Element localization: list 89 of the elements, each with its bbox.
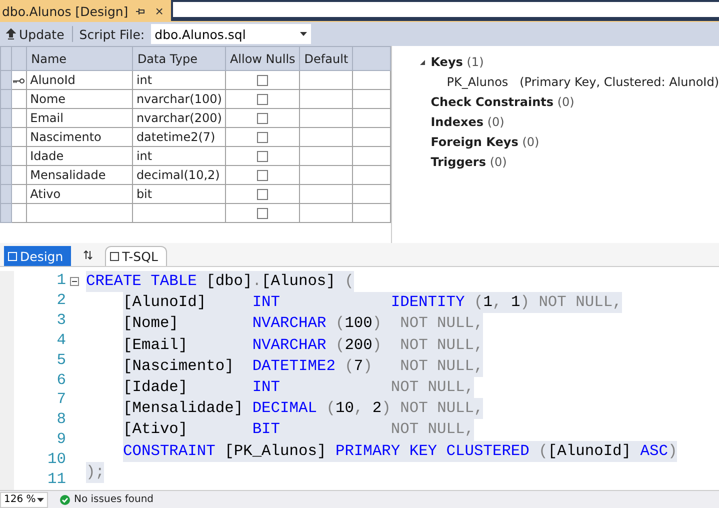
pane-tab[interactable]: Design [4, 246, 72, 266]
tree-item[interactable]: Triggers (0) [430, 155, 507, 169]
table-cell [352, 146, 390, 166]
name-cell[interactable]: Email [26, 108, 133, 128]
checkbox[interactable] [257, 208, 268, 218]
data-type-cell[interactable]: datetime2(7) [132, 128, 226, 146]
line-number: 2 [56, 290, 67, 311]
line-number: 6 [56, 370, 67, 390]
line-number: 8 [56, 410, 67, 430]
column-header[interactable]: Allow Nulls [225, 46, 300, 70]
row-header[interactable] [0, 90, 12, 108]
table-cell [352, 204, 390, 222]
checkbox[interactable] [257, 132, 268, 142]
name-cell[interactable]: Idade [26, 146, 133, 166]
checkbox[interactable] [257, 112, 268, 124]
row-header[interactable] [0, 146, 12, 166]
default-cell[interactable] [300, 184, 353, 204]
default-cell[interactable] [300, 90, 353, 108]
default-cell[interactable] [300, 166, 353, 184]
data-type-cell[interactable]: decimal(10,2) [132, 166, 226, 184]
caret-icon [300, 32, 307, 36]
table-cell [352, 108, 390, 128]
update-button[interactable]: Update [4, 26, 66, 42]
table-cell [352, 128, 390, 146]
tree-item[interactable]: Check Constraints (0) [430, 95, 574, 109]
caret-icon [37, 498, 44, 502]
line-number: 7 [56, 390, 67, 410]
default-cell[interactable] [300, 204, 353, 222]
table-cell [352, 166, 390, 184]
row-header[interactable] [0, 128, 12, 146]
line-number: 5 [56, 350, 67, 371]
data-type-cell[interactable]: int [132, 70, 226, 90]
row-header[interactable] [0, 204, 12, 222]
tree-item[interactable]: Keys (1) [430, 55, 484, 69]
table-cell [352, 184, 390, 204]
script-icon [110, 252, 120, 261]
default-cell[interactable] [300, 70, 353, 90]
check-icon [60, 494, 70, 504]
line-number: 9 [56, 430, 67, 450]
script-file-label: Script File: [79, 26, 145, 42]
row-header[interactable] [0, 108, 12, 128]
tree-item[interactable]: Indexes (0) [430, 115, 504, 129]
checkbox[interactable] [257, 170, 268, 180]
up-arrow-icon [6, 28, 16, 40]
name-cell[interactable]: Nome [26, 90, 133, 108]
line-number: 10 [46, 450, 67, 470]
line-number: 11 [46, 470, 67, 490]
script-file-dropdown[interactable]: dbo.Alunos.sql [150, 24, 311, 44]
checkbox[interactable] [257, 74, 268, 86]
issues-status: No issues found [74, 494, 154, 505]
table-cell [352, 70, 390, 90]
zoom-dropdown[interactable]: 126 % [0, 492, 48, 508]
tree-item[interactable]: PK_Alunos (Primary Key, Clustered: AlunoId) [446, 75, 719, 89]
name-cell[interactable]: Ativo [26, 184, 133, 204]
pin-icon[interactable] [136, 6, 146, 16]
default-cell[interactable] [300, 146, 353, 166]
column-header[interactable]: Name [26, 46, 133, 70]
name-cell[interactable]: AlunoId [26, 70, 133, 90]
line-number: 4 [56, 330, 67, 351]
line-number: 3 [56, 310, 67, 331]
row-header[interactable] [0, 70, 12, 90]
collapse-icon[interactable] [70, 277, 79, 286]
name-cell[interactable]: Nascimento [26, 128, 133, 146]
pane-tab[interactable]: T-SQL [105, 246, 167, 266]
column-header[interactable]: Default [300, 46, 353, 70]
checkbox[interactable] [257, 188, 268, 200]
name-cell[interactable]: Mensalidade [26, 166, 133, 184]
default-cell[interactable] [300, 128, 353, 146]
data-type-cell[interactable]: nvarchar(100) [132, 90, 226, 108]
name-cell[interactable] [26, 204, 133, 222]
default-cell[interactable] [300, 108, 353, 128]
data-type-cell[interactable] [132, 204, 226, 222]
row-header[interactable] [0, 166, 12, 184]
close-button[interactable]: × [153, 3, 166, 19]
document-tab[interactable]: dbo.Alunos [Design] × [0, 0, 172, 22]
data-type-cell[interactable]: bit [132, 184, 226, 204]
design-icon [8, 252, 17, 260]
data-type-cell[interactable]: nvarchar(200) [132, 108, 226, 128]
line-number: 1 [56, 271, 67, 291]
swap-icon [83, 250, 94, 260]
checkbox[interactable] [257, 150, 268, 162]
checkbox[interactable] [257, 94, 268, 104]
tree-item[interactable]: Foreign Keys (0) [430, 135, 540, 149]
data-type-cell[interactable]: int [132, 146, 226, 166]
table-cell [352, 90, 390, 108]
column-header[interactable]: Data Type [132, 46, 226, 70]
expanded-triangle-icon[interactable] [418, 58, 427, 66]
row-header[interactable] [0, 184, 12, 204]
document-title: dbo.Alunos [Design] [2, 4, 128, 18]
